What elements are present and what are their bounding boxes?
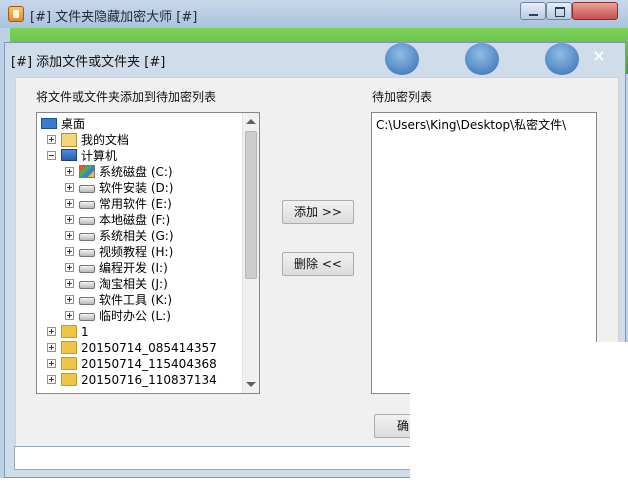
toolbar-round-icon xyxy=(465,43,499,75)
target-label: 待加密列表 xyxy=(372,90,433,104)
scroll-up-icon[interactable] xyxy=(246,119,256,124)
main-window-title: [#] 文件夹隐藏加密大师 [#] xyxy=(30,10,198,25)
drive-icon xyxy=(79,281,95,289)
close-window-button[interactable] xyxy=(572,2,618,20)
toolbar-round-icon xyxy=(385,43,419,75)
collapse-icon[interactable] xyxy=(47,151,56,160)
blank-area xyxy=(410,342,628,504)
dialog-title: [#] 添加文件或文件夹 [#] xyxy=(11,55,166,70)
toolbar-round-icon xyxy=(545,43,579,75)
expand-icon[interactable] xyxy=(47,375,56,384)
drive-icon xyxy=(79,265,95,273)
folder-icon xyxy=(61,373,77,386)
expand-icon[interactable] xyxy=(65,183,74,192)
expand-icon[interactable] xyxy=(65,279,74,288)
file-tree[interactable]: 桌面 我的文档 计算机 系统磁盘 (C:) 软件安装 (D:) 常用软件 (E:… xyxy=(36,112,260,394)
main-window-field xyxy=(14,446,414,470)
expand-icon[interactable] xyxy=(47,327,56,336)
desktop-icon xyxy=(41,118,57,129)
tree-scrollbar[interactable] xyxy=(242,113,259,393)
expand-icon[interactable] xyxy=(47,343,56,352)
dialog-close-icon[interactable]: × xyxy=(590,47,608,65)
scroll-down-icon[interactable] xyxy=(246,382,256,387)
dialog-title-bar: [#] 添加文件或文件夹 [#] × xyxy=(5,43,625,75)
remove-button[interactable]: 删除 << xyxy=(282,252,354,276)
drive-icon xyxy=(79,313,95,321)
expand-icon[interactable] xyxy=(65,247,74,256)
drive-icon xyxy=(79,185,95,193)
expand-icon[interactable] xyxy=(47,135,56,144)
drive-icon xyxy=(79,297,95,305)
expand-icon[interactable] xyxy=(65,167,74,176)
maximize-button[interactable] xyxy=(546,2,572,20)
computer-icon xyxy=(61,149,77,161)
add-button[interactable]: 添加 >> xyxy=(282,200,354,224)
source-label: 将文件或文件夹添加到待加密列表 xyxy=(36,90,217,104)
documents-icon xyxy=(61,133,77,147)
drive-icon xyxy=(79,233,95,241)
main-title-bar: [#] 文件夹隐藏加密大师 [#] xyxy=(0,0,628,28)
expand-icon[interactable] xyxy=(47,359,56,368)
drive-icon xyxy=(79,249,95,257)
expand-icon[interactable] xyxy=(65,231,74,240)
expand-icon[interactable] xyxy=(65,295,74,304)
list-item[interactable]: C:\Users\King\Desktop\私密文件\ xyxy=(376,116,566,133)
drive-icon xyxy=(79,201,95,209)
expand-icon[interactable] xyxy=(65,311,74,320)
folder-icon xyxy=(61,357,77,370)
expand-icon[interactable] xyxy=(65,215,74,224)
app-lock-icon xyxy=(8,6,24,22)
folder-icon xyxy=(61,325,77,338)
drive-icon xyxy=(79,217,95,225)
scroll-thumb[interactable] xyxy=(245,131,257,279)
expand-icon[interactable] xyxy=(65,263,74,272)
folder-icon xyxy=(61,341,77,354)
expand-icon[interactable] xyxy=(65,199,74,208)
system-drive-icon xyxy=(79,165,95,178)
minimize-button[interactable] xyxy=(520,2,546,20)
